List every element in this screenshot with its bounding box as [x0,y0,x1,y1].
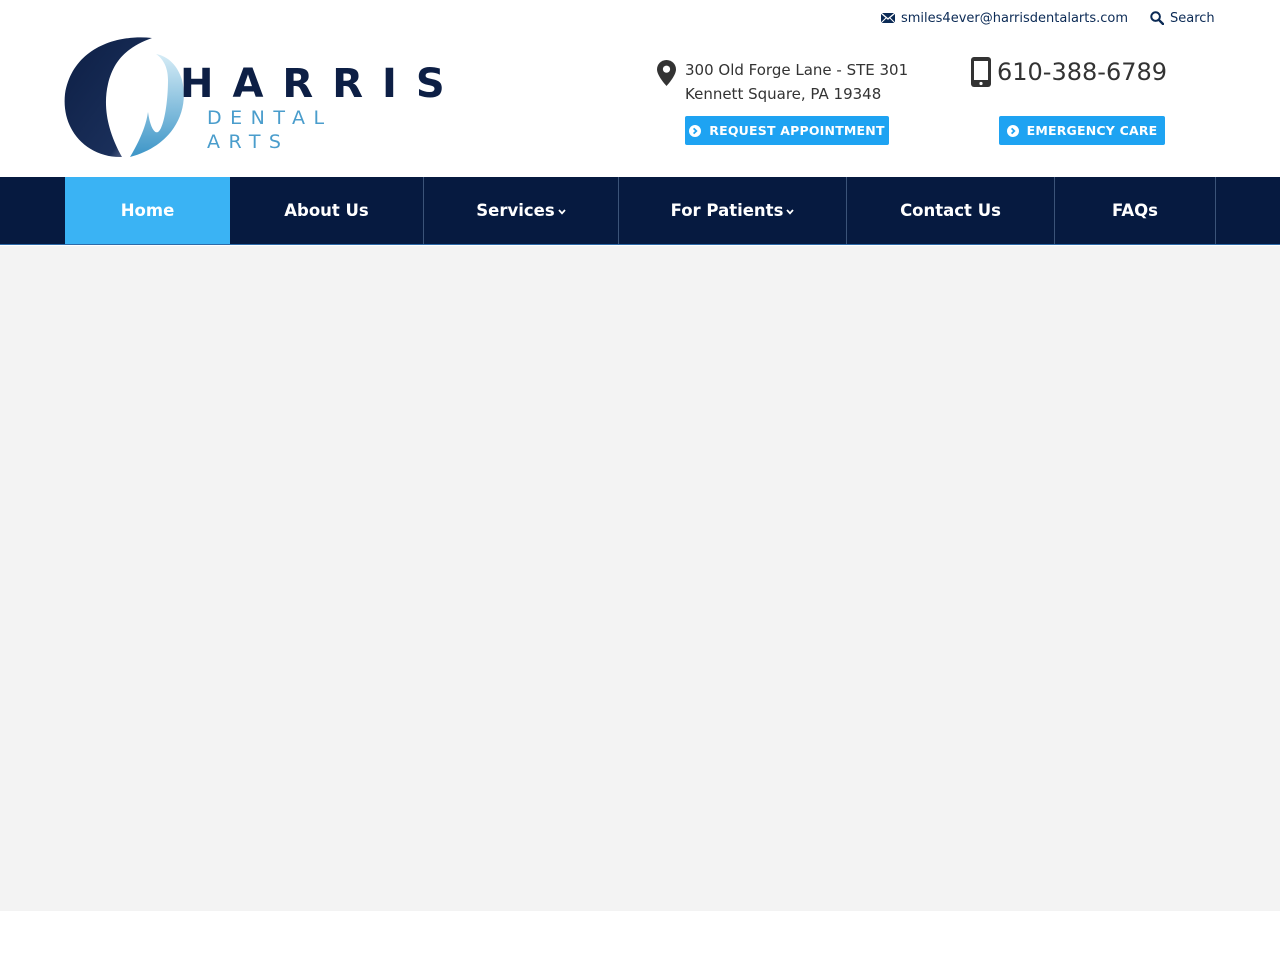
nav-item-contact-us[interactable]: Contact Us [847,177,1055,244]
magnifier-icon [1150,11,1164,25]
nav-item-services[interactable]: Services [424,177,619,244]
hero-content-area [0,246,1280,911]
nav-item-label: Contact Us [900,201,1001,220]
circle-chevron-right-icon [1006,124,1019,137]
request-appointment-button[interactable]: REQUEST APPOINTMENT [685,116,889,145]
nav-item-label: Services [476,201,555,220]
office-address: 300 Old Forge Lane - STE 301 Kennett Squ… [657,58,908,106]
search-label: Search [1170,10,1215,26]
email-link[interactable]: smiles4ever@harrisdentalarts.com [881,9,1128,27]
nav-item-label: Home [120,201,175,220]
search-link[interactable]: Search [1150,9,1215,27]
tooth-logo-icon [64,37,184,158]
nav-item-label: FAQs [1112,201,1158,220]
nav-item-about-us[interactable]: About Us [230,177,424,244]
address-line-2: Kennett Square, PA 19348 [685,85,882,103]
nav-item-label: About Us [284,201,369,220]
request-appointment-label: REQUEST APPOINTMENT [709,123,885,138]
nav-item-home[interactable]: Home [65,177,230,244]
phone-link[interactable]: 610-388-6789 [971,56,1167,88]
emergency-care-label: EMERGENCY CARE [1026,123,1158,138]
emergency-care-button[interactable]: EMERGENCY CARE [999,116,1165,145]
phone-number: 610-388-6789 [997,58,1168,86]
chevron-down-icon [786,208,795,215]
logo-subtitle: DENTAL ARTS [207,107,333,153]
site-logo[interactable]: HARRIS DENTAL ARTS [64,36,445,158]
main-navigation: Home About Us Services For Patients Cont… [0,177,1280,245]
chevron-down-icon [558,208,566,215]
map-pin-icon [657,60,676,86]
nav-item-label: For Patients [670,201,784,220]
page: smiles4ever@harrisdentalarts.com Search [0,0,1280,960]
email-text: smiles4ever@harrisdentalarts.com [901,10,1129,26]
mobile-phone-icon [971,57,991,87]
envelope-icon [881,13,895,23]
logo-wordmark: HARRIS [180,61,464,107]
address-line-1: 300 Old Forge Lane - STE 301 [685,61,909,79]
nav-item-faqs[interactable]: FAQs [1055,177,1216,244]
circle-chevron-right-icon [689,124,702,137]
nav-item-for-patients[interactable]: For Patients [619,177,847,244]
